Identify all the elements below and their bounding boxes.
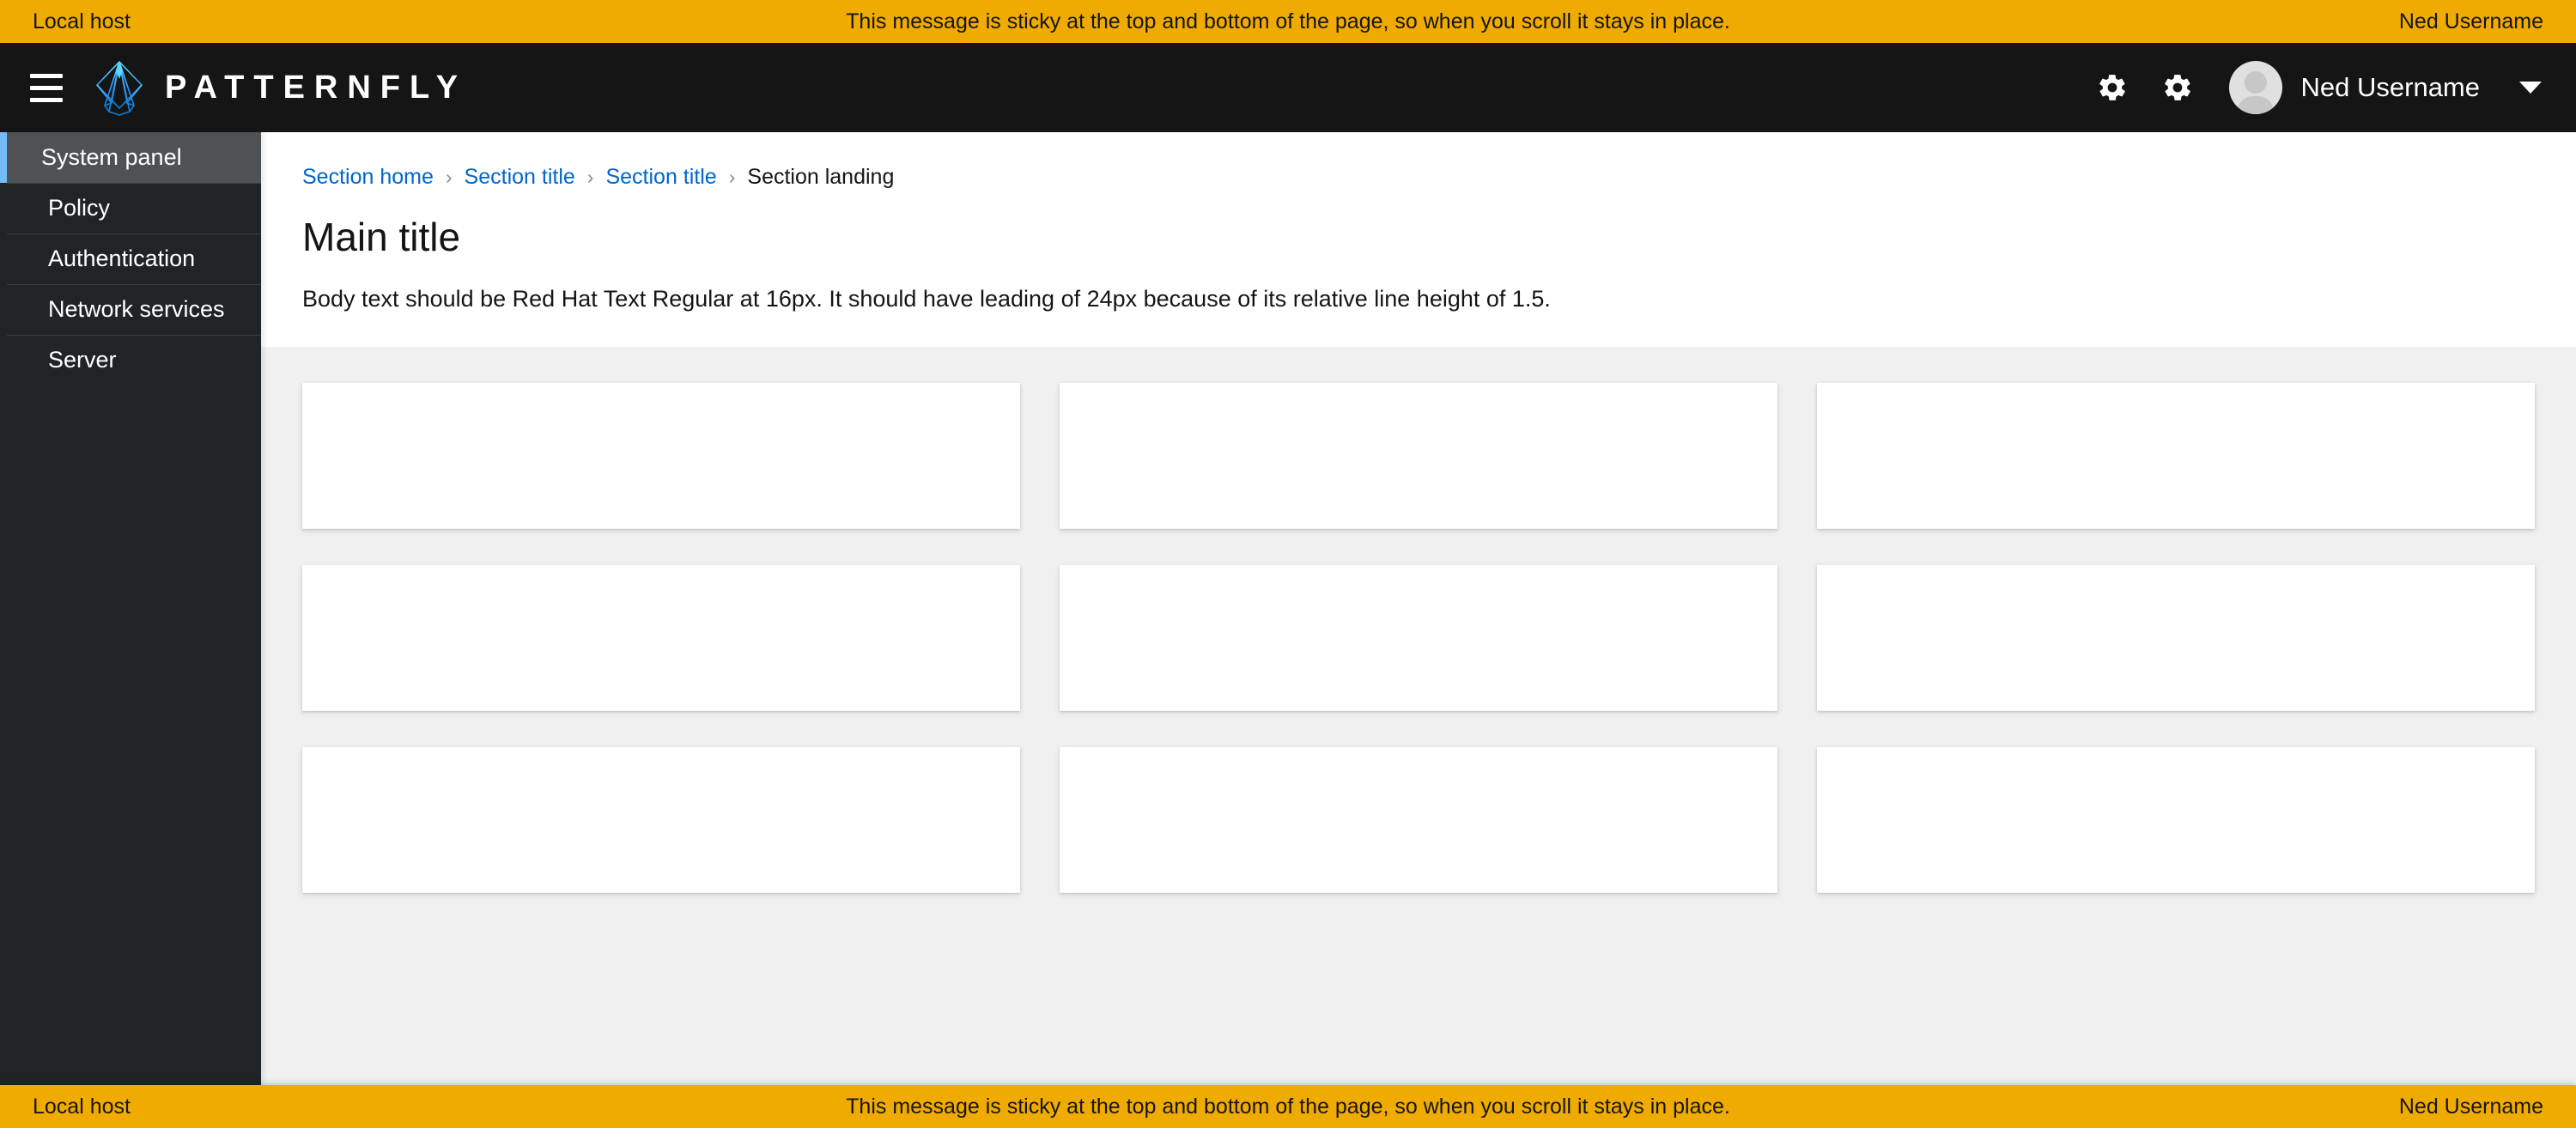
sidebar-item-network-services[interactable]: Network services [0, 284, 261, 335]
avatar-icon [2228, 61, 2282, 114]
sidebar-item-label: Server [48, 347, 117, 373]
banner-sticky-message: This message is sticky at the top and bo… [846, 1094, 1730, 1119]
sidebar-item-system-panel[interactable]: System panel [0, 132, 261, 183]
sidebar-item-label: System panel [41, 144, 182, 170]
gear-icon [2099, 75, 2125, 100]
masthead-actions: Ned Username [2080, 55, 2547, 120]
patternfly-diamond-logo-icon [95, 60, 143, 116]
breadcrumb-separator-icon: › [586, 166, 594, 188]
sidebar-item-server[interactable]: Server [0, 335, 261, 385]
sidebar-nav: System panel Policy Authentication Netwo… [0, 132, 261, 1085]
hamburger-menu-icon[interactable] [22, 64, 70, 112]
content-card[interactable] [302, 747, 1020, 894]
sidebar-item-label: Network services [48, 296, 225, 322]
breadcrumb: Section home › Section title › Section t… [302, 167, 2535, 188]
content-card[interactable] [1817, 565, 2535, 712]
settings-gear-icon-1[interactable] [2080, 55, 2145, 120]
banner-username-label: Ned Username [2398, 1094, 2543, 1119]
breadcrumb-item-section-title-2[interactable]: Section title [605, 167, 716, 188]
page-header: Section home › Section title › Section t… [261, 132, 2576, 348]
user-menu[interactable]: Ned Username [2228, 61, 2547, 114]
app-root: Local host This message is sticky at the… [0, 0, 2576, 1128]
banner-sticky-message: This message is sticky at the top and bo… [846, 9, 1730, 33]
card-grid [302, 383, 2535, 894]
sidebar-item-authentication[interactable]: Authentication [0, 233, 261, 284]
caret-down-icon[interactable] [2519, 82, 2542, 94]
main-content: Section home › Section title › Section t… [261, 132, 2576, 1085]
content-card[interactable] [1060, 383, 1777, 530]
content-card[interactable] [302, 565, 1020, 712]
content-card[interactable] [1060, 565, 1777, 712]
brand[interactable]: PATTERNFLY [93, 58, 467, 117]
page-title: Main title [302, 215, 461, 259]
sidebar-item-label: Policy [48, 195, 111, 221]
card-section [261, 347, 2576, 1085]
page-shell: System panel Policy Authentication Netwo… [0, 132, 2576, 1085]
banner-username-label: Ned Username [2398, 9, 2543, 33]
page-body-text: Body text should be Red Hat Text Regular… [302, 285, 1551, 312]
breadcrumb-separator-icon: › [728, 166, 736, 188]
user-name-label: Ned Username [2300, 72, 2480, 102]
brand-name: PATTERNFLY [165, 70, 468, 106]
sidebar-item-policy[interactable]: Policy [0, 183, 261, 233]
content-card[interactable] [1817, 383, 2535, 530]
gear-icon [2164, 75, 2190, 100]
breadcrumb-item-current: Section landing [747, 165, 895, 189]
content-card[interactable] [1060, 747, 1777, 894]
breadcrumb-item-section-title-1[interactable]: Section title [465, 167, 575, 188]
content-card[interactable] [302, 383, 1020, 530]
settings-gear-icon-2[interactable] [2145, 55, 2210, 120]
sticky-banner-top: Local host This message is sticky at the… [0, 0, 2576, 43]
sticky-banner-bottom: Local host This message is sticky at the… [0, 1085, 2576, 1128]
masthead: PATTERNFLY Ned Username [0, 43, 2576, 132]
breadcrumb-separator-icon: › [445, 166, 453, 188]
sidebar-item-label: Authentication [48, 246, 196, 271]
breadcrumb-item-section-home[interactable]: Section home [302, 167, 434, 188]
content-card[interactable] [1817, 747, 2535, 894]
